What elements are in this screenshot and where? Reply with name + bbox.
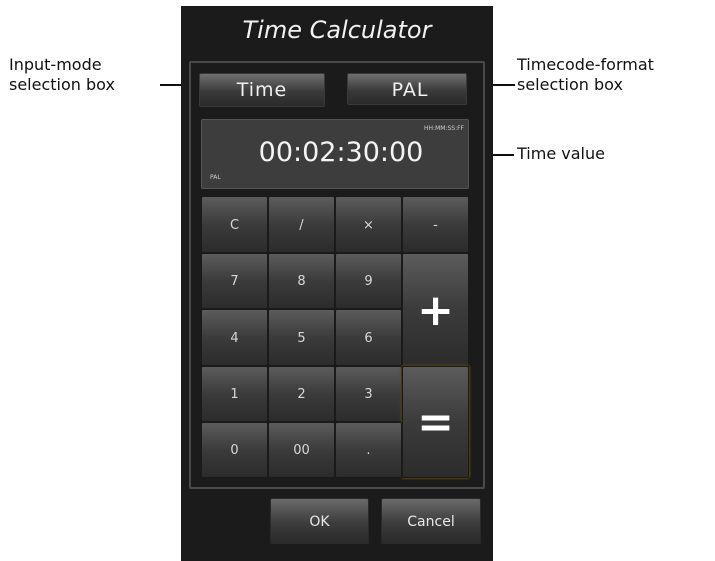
- digit-9-key[interactable]: 9: [335, 253, 402, 309]
- time-value: 00:02:30:00: [258, 137, 424, 168]
- digit-6-key[interactable]: 6: [335, 309, 402, 366]
- input-mode-callout: Input-mode selection box: [9, 55, 115, 95]
- time-display: HH:MM:SS:FF 00:02:30:00 PAL: [201, 119, 469, 189]
- timecode-format-hint: HH:MM:SS:FF: [424, 125, 464, 132]
- double-zero-key[interactable]: 00: [268, 422, 335, 478]
- timecode-format-selector[interactable]: PAL: [347, 73, 467, 105]
- input-mode-callout-line1: Input-mode: [9, 55, 102, 74]
- digit-2-key[interactable]: 2: [268, 366, 335, 422]
- clear-key[interactable]: C: [201, 196, 268, 253]
- digit-7-key[interactable]: 7: [201, 253, 268, 309]
- cancel-button[interactable]: Cancel: [381, 498, 481, 544]
- digit-5-key[interactable]: 5: [268, 309, 335, 366]
- timecode-format-callout: Timecode-format selection box: [517, 55, 654, 95]
- multiply-key[interactable]: ×: [335, 196, 402, 253]
- ok-button[interactable]: OK: [270, 498, 369, 544]
- calculator-title: Time Calculator: [242, 16, 432, 44]
- digit-1-key[interactable]: 1: [201, 366, 268, 422]
- timecode-format-tag: PAL: [210, 174, 221, 181]
- time-calculator-panel: Time Calculator Time PAL HH:MM:SS:FF 00:…: [181, 6, 493, 561]
- timecode-format-callout-line2: selection box: [517, 75, 623, 94]
- equals-key[interactable]: =: [402, 366, 469, 478]
- divide-key[interactable]: /: [268, 196, 335, 253]
- input-mode-callout-line2: selection box: [9, 75, 115, 94]
- digit-8-key[interactable]: 8: [268, 253, 335, 309]
- time-value-callout: Time value: [517, 144, 605, 163]
- timecode-format-callout-line1: Timecode-format: [517, 55, 654, 74]
- digit-4-key[interactable]: 4: [201, 309, 268, 366]
- digit-0-key[interactable]: 0: [201, 422, 268, 478]
- input-mode-selector[interactable]: Time: [199, 73, 325, 107]
- minus-key[interactable]: -: [402, 196, 469, 253]
- decimal-key[interactable]: .: [335, 422, 402, 478]
- plus-key[interactable]: +: [402, 253, 469, 366]
- digit-3-key[interactable]: 3: [335, 366, 402, 422]
